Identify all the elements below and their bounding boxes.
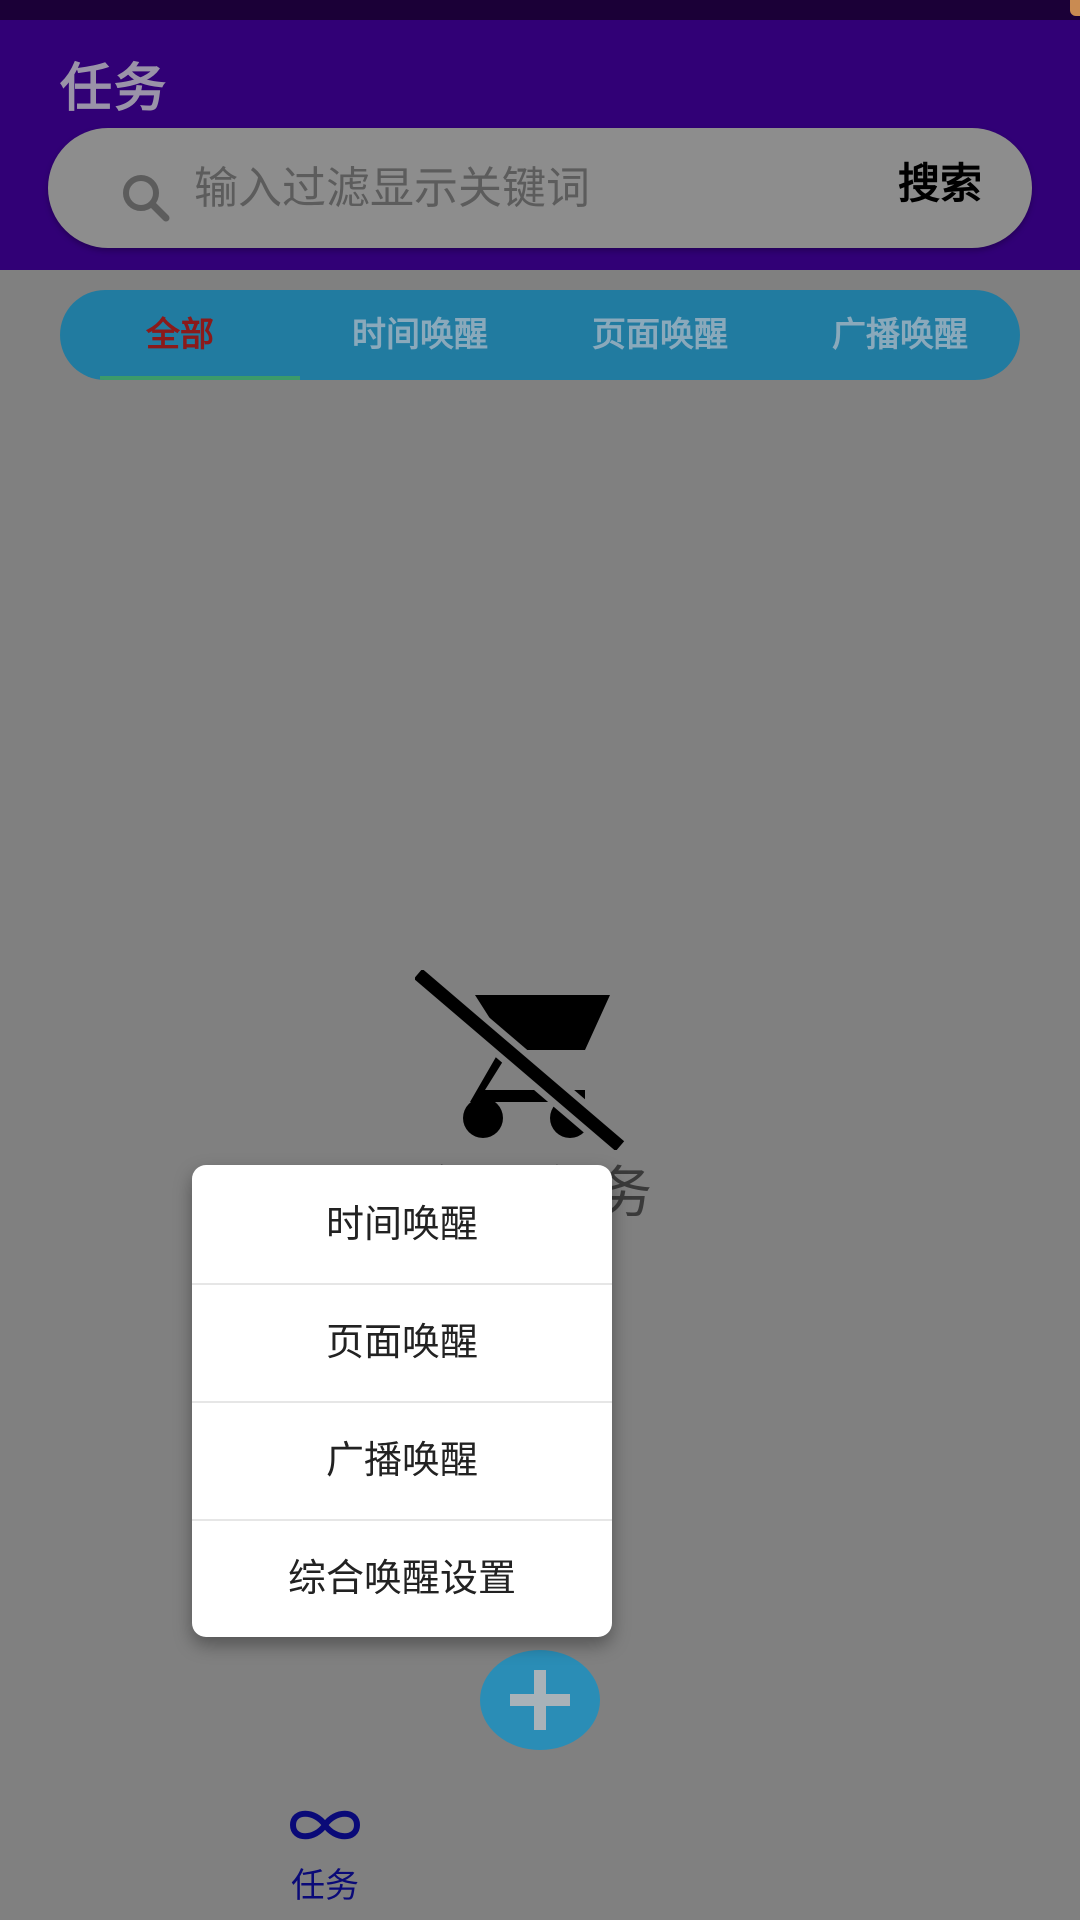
tab-indicator <box>100 376 300 380</box>
tab-all[interactable]: 全部 <box>60 290 300 380</box>
tab-time-wakeup[interactable]: 时间唤醒 <box>300 290 540 380</box>
plus-icon-stroke <box>534 1670 546 1730</box>
bottom-nav-label: 任务 <box>291 1866 359 1906</box>
menu-item-combined-wakeup-settings[interactable]: 综合唤醒设置 <box>192 1519 612 1637</box>
filter-tabs: 全部 时间唤醒 页面唤醒 广播唤醒 <box>60 290 1020 380</box>
remove-shopping-cart-icon <box>415 970 625 1150</box>
bottom-nav-item-tasks[interactable]: 任务 <box>265 1800 385 1910</box>
search-icon <box>123 175 170 222</box>
status-indicator <box>1070 0 1080 16</box>
menu-item-page-wakeup[interactable]: 页面唤醒 <box>192 1283 612 1401</box>
add-task-button[interactable] <box>480 1650 600 1750</box>
add-task-popup-menu: 时间唤醒 页面唤醒 广播唤醒 综合唤醒设置 <box>192 1165 612 1637</box>
tab-broadcast-wakeup[interactable]: 广播唤醒 <box>780 290 1020 380</box>
search-button[interactable]: 搜索 <box>898 154 982 214</box>
search-bar[interactable]: 搜索 <box>48 128 1032 248</box>
menu-item-time-wakeup[interactable]: 时间唤醒 <box>192 1165 612 1283</box>
page-title: 任务 <box>60 59 169 119</box>
tab-page-wakeup[interactable]: 页面唤醒 <box>540 290 780 380</box>
search-input[interactable] <box>194 148 714 228</box>
app-bar: 任务 搜索 <box>0 20 1080 270</box>
status-bar <box>0 0 1080 20</box>
infinity-icon <box>289 1810 361 1840</box>
menu-item-broadcast-wakeup[interactable]: 广播唤醒 <box>192 1401 612 1519</box>
